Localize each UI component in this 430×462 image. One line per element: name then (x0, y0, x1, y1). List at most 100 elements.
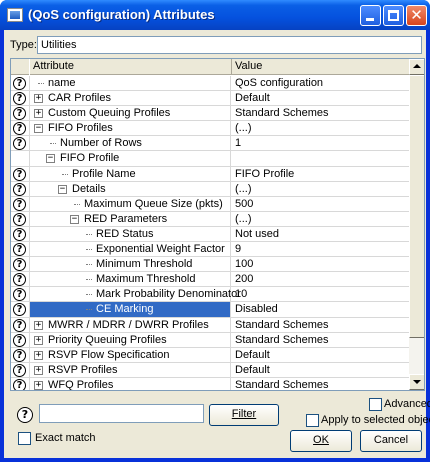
expand-icon[interactable]: + (34, 109, 43, 119)
table-row[interactable]: ? Profile Name FIFO Profile (11, 166, 409, 182)
attribute-cell[interactable]: RED Status (29, 226, 231, 242)
ok-button[interactable]: OK (290, 430, 352, 452)
value-cell[interactable]: Standard Schemes (235, 318, 329, 333)
table-row[interactable]: ? + CAR Profiles Default (11, 91, 409, 107)
table-row[interactable]: ? name QoS configuration (11, 76, 409, 92)
attribute-cell[interactable]: + RSVP Profiles (29, 362, 231, 378)
collapse-icon[interactable]: − (58, 184, 67, 194)
value-cell[interactable]: Standard Schemes (235, 333, 329, 348)
value-cell[interactable]: QoS configuration (235, 76, 323, 91)
help-icon[interactable]: ? (13, 107, 26, 121)
collapse-icon[interactable]: − (70, 214, 79, 224)
value-cell[interactable]: Disabled (235, 302, 278, 317)
type-field[interactable]: Utilities (37, 36, 422, 54)
help-icon[interactable]: ? (13, 273, 26, 287)
value-cell[interactable]: Default (235, 363, 270, 378)
expand-icon[interactable]: + (34, 320, 43, 330)
maximize-button[interactable] (383, 5, 404, 26)
collapse-icon[interactable]: − (34, 124, 43, 134)
help-icon[interactable]: ? (13, 303, 26, 317)
attribute-cell[interactable]: + WFQ Profiles (29, 377, 231, 390)
title-bar[interactable]: (QoS configuration) Attributes ✕ (0, 0, 430, 30)
help-icon[interactable]: ? (13, 197, 26, 211)
attribute-cell[interactable]: Minimum Threshold (29, 257, 231, 273)
column-header-value[interactable]: Value (231, 59, 409, 75)
attribute-cell[interactable]: − RED Parameters (29, 211, 231, 227)
table-row[interactable]: ? + Custom Queuing Profiles Standard Scheme… (11, 106, 409, 122)
table-row[interactable]: ? − FIFO Profiles (...) (11, 121, 409, 137)
help-icon[interactable]: ? (13, 182, 26, 196)
attribute-cell[interactable]: Exponential Weight Factor (29, 242, 231, 258)
scroll-down-button[interactable] (409, 374, 424, 390)
table-row[interactable]: ? + WFQ Profiles Standard Schemes (11, 377, 409, 390)
attribute-cell[interactable]: − Details (29, 181, 231, 197)
help-icon[interactable]: ? (13, 212, 26, 226)
expand-icon[interactable]: + (34, 335, 43, 345)
help-icon[interactable]: ? (13, 243, 26, 257)
value-cell[interactable]: 1 (235, 136, 241, 151)
attribute-cell[interactable]: + MWRR / MDRR / DWRR Profiles (29, 317, 231, 333)
help-icon[interactable]: ? (13, 333, 26, 347)
help-icon[interactable]: ? (13, 77, 26, 90)
attribute-cell[interactable]: − FIFO Profiles (29, 121, 231, 137)
table-row[interactable]: ? Maximum Threshold 200 (11, 272, 409, 288)
attribute-cell[interactable]: + RSVP Flow Specification (29, 347, 231, 363)
vertical-scrollbar[interactable] (409, 59, 424, 390)
help-icon[interactable]: ? (13, 122, 26, 136)
filter-button[interactable]: Filter (209, 404, 279, 426)
exact-match-checkbox[interactable] (18, 432, 31, 445)
attribute-cell[interactable]: + Custom Queuing Profiles (29, 106, 231, 122)
value-cell[interactable]: FIFO Profile (235, 167, 294, 182)
table-row[interactable]: ? RED Status Not used (11, 226, 409, 243)
table-row[interactable]: ? + RSVP Profiles Default (11, 362, 409, 378)
value-cell[interactable]: Not used (235, 227, 279, 242)
value-cell[interactable]: Default (235, 348, 270, 363)
table-row[interactable]: ? Mark Probability Denominator 10 (11, 287, 409, 303)
table-row[interactable]: ? + MWRR / MDRR / DWRR Profiles Standard Sc… (11, 317, 409, 333)
value-cell[interactable]: Standard Schemes (235, 378, 329, 390)
table-row[interactable]: ? Exponential Weight Factor 9 (11, 242, 409, 258)
help-icon[interactable]: ? (13, 258, 26, 272)
table-row[interactable]: ? Number of Rows 1 (11, 136, 409, 152)
filter-input[interactable] (39, 404, 204, 423)
table-row[interactable]: ? Maximum Queue Size (pkts) 500 (11, 196, 409, 212)
attribute-cell[interactable]: Mark Probability Denominator (29, 287, 241, 303)
help-icon[interactable]: ? (13, 363, 26, 377)
collapse-icon[interactable]: − (46, 154, 55, 164)
value-cell[interactable]: (...) (235, 121, 252, 136)
table-row[interactable]: ? + RSVP Flow Specification Default (11, 347, 409, 363)
attribute-cell[interactable]: name (29, 76, 231, 91)
expand-icon[interactable]: + (34, 380, 43, 390)
table-row[interactable]: ? − Details (...) (11, 181, 409, 197)
help-icon[interactable]: ? (13, 92, 26, 106)
attribute-cell[interactable]: Maximum Threshold (29, 272, 231, 288)
value-cell[interactable]: 500 (235, 197, 253, 212)
expand-icon[interactable]: + (34, 365, 43, 375)
value-cell[interactable]: Default (235, 91, 270, 106)
column-header-attribute[interactable]: Attribute (29, 59, 230, 75)
help-icon[interactable]: ? (13, 137, 26, 151)
help-icon[interactable]: ? (13, 348, 26, 362)
attribute-cell[interactable]: − FIFO Profile (29, 151, 231, 167)
value-cell[interactable]: 100 (235, 257, 253, 272)
help-icon[interactable]: ? (13, 227, 26, 241)
value-cell[interactable]: (...) (235, 182, 252, 197)
help-icon[interactable]: ? (17, 407, 33, 423)
help-icon[interactable]: ? (13, 288, 26, 302)
table-row[interactable]: ? − RED Parameters (...) (11, 211, 409, 227)
table-row[interactable]: ? + Priority Queuing Profiles Standard Sche… (11, 332, 409, 348)
expand-icon[interactable]: + (34, 350, 43, 360)
value-cell[interactable]: 200 (235, 272, 253, 287)
table-row[interactable]: − FIFO Profile (11, 151, 409, 167)
value-cell[interactable]: 10 (235, 287, 247, 302)
value-cell[interactable]: Standard Schemes (235, 106, 329, 121)
scroll-up-button[interactable] (409, 59, 424, 75)
attribute-cell[interactable]: Profile Name (29, 166, 231, 182)
attribute-cell[interactable]: Number of Rows (29, 136, 231, 152)
help-icon[interactable]: ? (13, 378, 26, 390)
close-button[interactable]: ✕ (406, 5, 427, 26)
scroll-thumb[interactable] (409, 75, 424, 338)
table-row[interactable]: ? CE Marking Disabled (11, 302, 409, 318)
help-icon[interactable]: ? (13, 318, 26, 332)
attribute-cell[interactable]: Maximum Queue Size (pkts) (29, 196, 231, 212)
